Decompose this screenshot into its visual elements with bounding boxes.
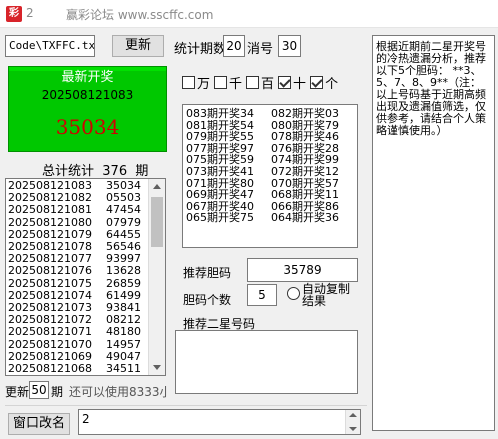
draw-row[interactable]: 202508121076 13628	[8, 265, 150, 277]
position-label: 百	[261, 76, 275, 92]
bottom-divider	[5, 405, 367, 406]
checkbox-unchecked-icon[interactable]	[214, 75, 228, 89]
update-periods-input[interactable]: 50	[29, 381, 49, 399]
position-checkbox[interactable]: 百	[246, 73, 274, 92]
history-entry: 064期开奖36	[271, 211, 339, 225]
update-prefix: 更新	[5, 385, 30, 399]
list-scrollbar[interactable]	[148, 179, 165, 375]
draw-number: 26859	[106, 276, 141, 290]
latest-draw-heading: 最新开奖	[61, 70, 114, 85]
history-row: 083期开奖34 082期开奖03	[186, 108, 339, 120]
two-star-output[interactable]	[175, 330, 358, 394]
scroll-down-icon[interactable]	[349, 427, 357, 431]
draw-row[interactable]: 202508121080 07979	[8, 215, 150, 229]
checkbox-checked-icon[interactable]	[278, 75, 292, 89]
draw-row[interactable]: 202508121068 34511	[8, 362, 150, 376]
draw-row[interactable]: 202508121075 26859	[8, 276, 150, 290]
latest-draw-number: 35034	[55, 115, 120, 139]
window-number: 2	[26, 6, 34, 20]
auto-copy-label[interactable]: 自动复制结果	[302, 283, 358, 307]
position-checkbox[interactable]: 千	[214, 73, 242, 92]
recommend-bile-label: 推荐胆码	[183, 266, 232, 280]
rename-window-button[interactable]: 窗口改名	[8, 413, 70, 435]
refresh-button[interactable]: 更新	[112, 35, 164, 57]
draw-row[interactable]: 202508121070 14957	[8, 337, 150, 351]
recommend-bile-output[interactable]: 35789	[247, 258, 358, 282]
position-label: 十	[293, 76, 307, 92]
position-checkbox[interactable]: 个	[310, 73, 338, 92]
draw-issue: 202508121068	[8, 362, 92, 376]
history-entry: 065期开奖75	[186, 211, 254, 225]
bile-count-input[interactable]: 5	[247, 284, 277, 306]
stat-periods-input[interactable]: 20	[223, 35, 245, 57]
draw-number: 14957	[106, 337, 141, 351]
history-draws-box[interactable]: 083期开奖34 082期开奖03 081期开奖54 080期开奖79 079期开奖55…	[182, 104, 358, 248]
checkbox-checked-icon[interactable]	[310, 75, 324, 89]
position-label: 千	[229, 76, 243, 92]
draw-number: 48180	[106, 325, 141, 339]
draw-issue: 202508121076	[8, 264, 92, 278]
draw-issue: 202508121070	[8, 337, 92, 351]
window-name-input[interactable]: 2	[78, 409, 361, 435]
draw-issue: 202508121071	[8, 325, 92, 339]
scroll-up-icon[interactable]	[153, 184, 161, 189]
file-path-input[interactable]: Code\TXFFC.txt	[5, 35, 95, 57]
draw-number: 47454	[106, 203, 141, 217]
name-scrollbar[interactable]	[345, 410, 360, 434]
history-entry: 082期开奖03	[271, 107, 339, 120]
history-entry: 072期开奖12	[271, 164, 339, 178]
draw-issue: 202508121075	[8, 276, 92, 290]
scroll-thumb[interactable]	[151, 197, 163, 247]
position-checkboxes: 万千百十个	[182, 73, 342, 92]
stat-periods-label: 统计期数	[174, 42, 227, 57]
history-entry: 083期开奖34	[186, 107, 254, 120]
draw-number: 07979	[106, 215, 141, 229]
window-title: 赢彩论坛 www.sscffc.com	[66, 8, 214, 22]
bile-count-label: 胆码个数	[183, 293, 232, 307]
position-label: 个	[325, 76, 339, 92]
advice-text: 根据近期前二星开奖号的冷热遗漏分析，推荐以下5个胆码： **3、5、7、8、9*…	[376, 40, 486, 137]
checkbox-unchecked-icon[interactable]	[182, 75, 195, 89]
history-row: 073期开奖41 072期开奖12	[186, 166, 339, 178]
window-name-value: 2	[82, 412, 90, 426]
draw-history-list[interactable]: 202508121083 35034 202508121082 05503 202508…	[5, 178, 166, 376]
draw-number: 13628	[106, 264, 141, 278]
history-row: 069期开奖47 068期开奖11	[186, 189, 339, 201]
draw-issue: 202508121081	[8, 203, 92, 217]
latest-draw-issue: 202508121083	[41, 88, 134, 102]
total-stats-label: 总计统计 376 期	[42, 164, 149, 179]
miss-label: 消号	[247, 42, 274, 57]
checkbox-unchecked-icon[interactable]	[246, 75, 260, 89]
total-stats-count: 376	[102, 164, 128, 179]
draw-row[interactable]: 202508121081 47454	[8, 204, 150, 216]
position-checkbox[interactable]: 十	[278, 73, 306, 92]
draw-issue: 202508121080	[8, 215, 92, 229]
app-icon: 彩	[6, 6, 22, 22]
auto-copy-radio[interactable]	[287, 287, 300, 300]
position-label: 万	[197, 76, 211, 92]
remaining-usage-text: 还可以使用8333小	[69, 385, 167, 399]
history-entry: 073期开奖41	[186, 164, 254, 178]
history-entry: 069期开奖47	[186, 188, 254, 202]
update-suffix: 期	[51, 385, 64, 399]
history-row: 065期开奖75 064期开奖36	[186, 212, 339, 224]
draw-row[interactable]: 202508121071 48180	[8, 326, 150, 338]
history-entry: 068期开奖11	[271, 188, 339, 202]
scroll-down-icon[interactable]	[153, 365, 161, 370]
scroll-up-icon[interactable]	[349, 413, 357, 417]
draw-number: 34511	[106, 362, 141, 376]
position-checkbox[interactable]: 万	[182, 73, 210, 92]
miss-input[interactable]: 30	[278, 35, 301, 57]
advice-panel[interactable]: 根据近期前二星开奖号的冷热遗漏分析，推荐以下5个胆码： **3、5、7、8、9*…	[372, 35, 495, 431]
